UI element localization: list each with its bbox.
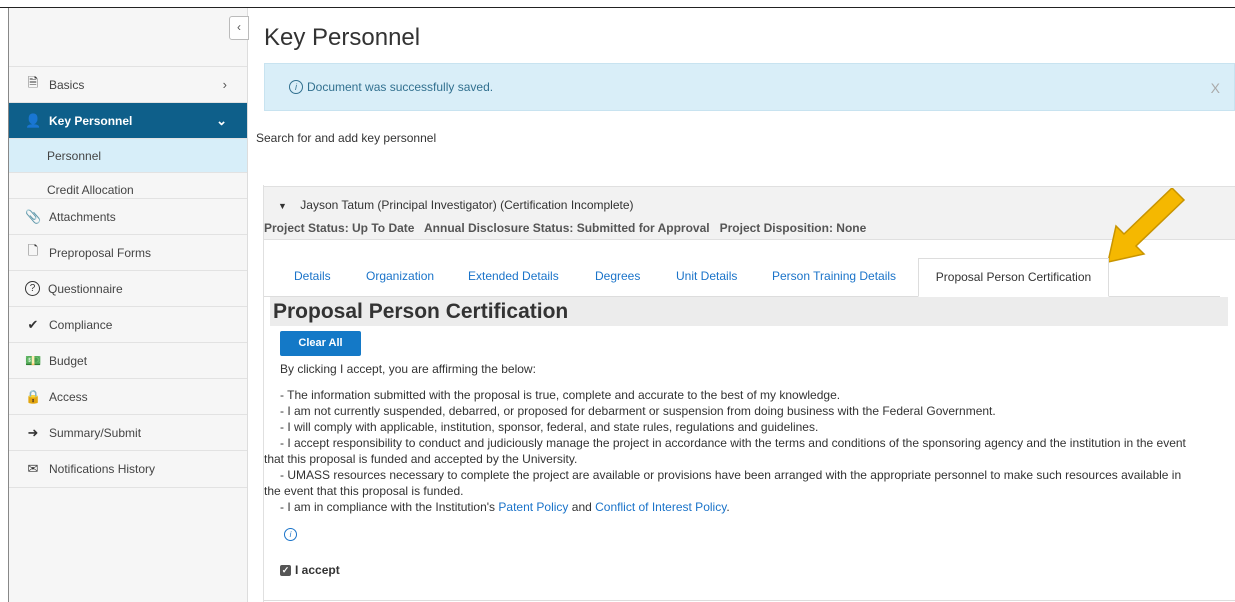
sidebar-subitem-label: Personnel (47, 148, 102, 163)
person-icon: 👤 (25, 112, 42, 128)
sidebar-item-budget[interactable]: 💵 Budget (9, 342, 247, 378)
page-title: Key Personnel (264, 24, 421, 51)
cert-line: - The information submitted with the pro… (280, 388, 841, 402)
sidebar-item-label: Budget (49, 353, 88, 368)
sidebar-item-label: Summary/Submit (49, 425, 142, 440)
info-icon: i (289, 80, 303, 94)
cert-line: that this proposal is funded and accepte… (264, 452, 578, 466)
checkmark-icon: ✔ (27, 316, 39, 332)
cert-line: - I am not currently suspended, debarred… (280, 404, 996, 418)
person-name: Jayson Tatum (Principal Investigator) (C… (300, 198, 634, 212)
sidebar-item-questionnaire[interactable]: ? Questionnaire (9, 270, 247, 306)
sign-in-icon: ➜ (27, 424, 39, 440)
close-alert-button[interactable]: X (1211, 80, 1220, 96)
document-icon: 🗎 (27, 74, 39, 90)
content-left-border (263, 185, 264, 602)
info-icon[interactable]: i (284, 528, 297, 541)
tab-person-training-details[interactable]: Person Training Details (772, 258, 896, 296)
person-tabs: Details Organization Extended Details De… (264, 258, 1220, 297)
top-border (0, 0, 1235, 8)
sidebar-item-attachments[interactable]: 📎 Attachments (9, 198, 247, 234)
lock-icon: 🔒 (25, 388, 42, 404)
file-icon: 🗋 (27, 242, 39, 258)
tab-details[interactable]: Details (294, 258, 331, 296)
patent-policy-link[interactable]: Patent Policy (498, 500, 568, 514)
envelope-icon: ✉ (27, 460, 39, 476)
sidebar-item-key-personnel[interactable]: 👤 Key Personnel ⌄ (9, 102, 247, 138)
highlight-arrow-icon (1107, 188, 1186, 263)
cert-line: - I accept responsibility to conduct and… (280, 436, 1186, 450)
sidebar: 🗎 Basics › 👤 Key Personnel ⌄ Personnel C… (9, 8, 248, 602)
tab-degrees[interactable]: Degrees (595, 258, 640, 296)
cert-line: - I will comply with applicable, institu… (280, 420, 819, 434)
sidebar-item-label: Notifications History (49, 461, 156, 476)
sidebar-item-access[interactable]: 🔒 Access (9, 378, 247, 414)
policy-prefix: - I am in compliance with the Institutio… (280, 500, 499, 514)
sidebar-item-label: Compliance (49, 317, 113, 332)
sidebar-item-label: Preproposal Forms (49, 245, 152, 260)
sidebar-item-label: Attachments (49, 209, 116, 224)
accept-row[interactable]: ✓ I accept (280, 563, 340, 577)
accept-label[interactable]: I accept (295, 563, 340, 577)
sidebar-bottom-divider (9, 487, 247, 488)
and-text: and (568, 500, 596, 514)
accept-checkbox[interactable]: ✓ (280, 564, 291, 576)
cert-policy-line: - I am in compliance with the Institutio… (280, 500, 730, 514)
person-status: Project Status: Up To Date Annual Disclo… (264, 221, 867, 235)
collapse-sidebar-button[interactable]: ‹ (229, 16, 249, 40)
question-icon: ? (25, 281, 40, 296)
sidebar-item-notifications-history[interactable]: ✉ Notifications History (9, 450, 247, 486)
clear-all-answers-button[interactable]: Clear All Answers (280, 331, 361, 374)
sidebar-item-compliance[interactable]: ✔ Compliance (9, 306, 247, 342)
person-header[interactable]: ▼ Jayson Tatum (Principal Investigator) … (264, 186, 1235, 240)
money-icon: 💵 (25, 352, 42, 368)
sidebar-item-label: Access (49, 389, 88, 404)
tab-unit-details[interactable]: Unit Details (676, 258, 737, 296)
sidebar-item-basics[interactable]: 🗎 Basics › (9, 66, 247, 102)
period-text: . (726, 500, 730, 514)
cert-line: - UMASS resources necessary to complete … (280, 468, 1182, 482)
sidebar-subitem-personnel[interactable]: Personnel (9, 138, 247, 172)
alert-message: Document was successfully saved. (307, 80, 494, 94)
conflict-of-interest-link[interactable]: Conflict of Interest Policy (595, 500, 726, 514)
sidebar-item-label: Basics (49, 77, 85, 92)
section-title: Proposal Person Certification (270, 297, 1228, 326)
tab-organization[interactable]: Organization (366, 258, 434, 296)
sidebar-item-label: Key Personnel (49, 113, 133, 128)
sidebar-subitem-label: Credit Allocation (47, 182, 134, 197)
caret-down-icon[interactable]: ▼ (278, 201, 287, 211)
paperclip-icon: 📎 (25, 208, 42, 224)
chevron-down-icon: ⌄ (216, 112, 227, 128)
sidebar-item-preproposal-forms[interactable]: 🗋 Preproposal Forms (9, 234, 247, 270)
sidebar-item-label: Questionnaire (48, 281, 123, 296)
success-alert: i Document was successfully saved. X (264, 63, 1235, 111)
bottom-divider (264, 600, 1235, 601)
tab-extended-details[interactable]: Extended Details (468, 258, 559, 296)
search-instruction: Search for and add key personnel (256, 131, 437, 145)
chevron-right-icon: › (222, 77, 227, 92)
cert-intro: By clicking I accept, you are affirming … (280, 362, 536, 376)
tab-proposal-person-certification[interactable]: Proposal Person Certification (918, 258, 1109, 297)
person-name-row[interactable]: ▼ Jayson Tatum (Principal Investigator) … (278, 198, 634, 212)
cert-line: the event that this proposal is funded. (264, 484, 464, 498)
sidebar-item-summary-submit[interactable]: ➜ Summary/Submit (9, 414, 247, 450)
